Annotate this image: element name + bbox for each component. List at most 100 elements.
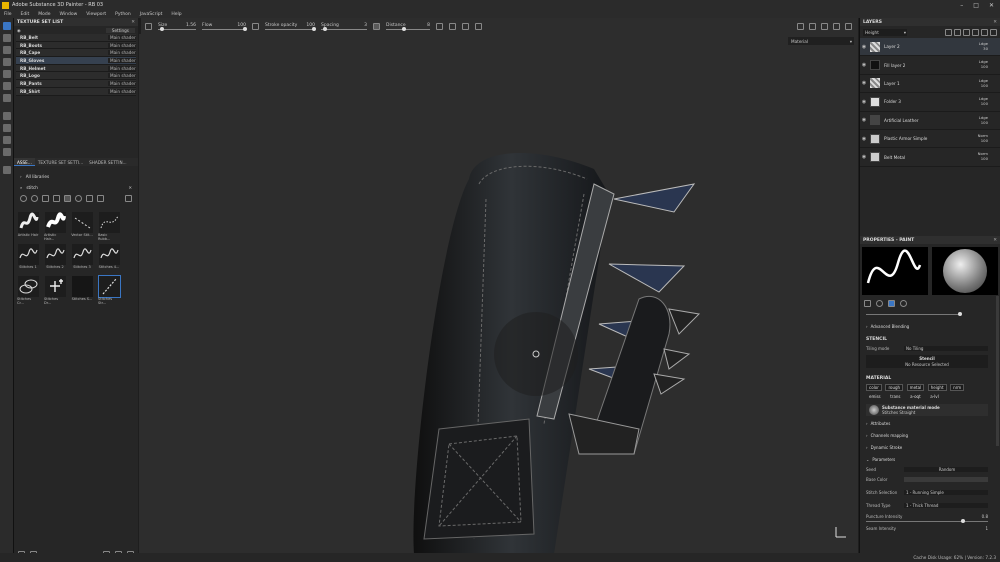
parameters-section[interactable]: Parameters xyxy=(872,457,895,462)
list-item[interactable]: RB_Gloves Main shader xyxy=(16,57,136,65)
seam-intensity-value[interactable]: 1 xyxy=(904,526,988,531)
stencil-icon[interactable] xyxy=(888,300,895,307)
channels-mapping-section[interactable]: Channels mapping xyxy=(871,433,908,438)
channel-select[interactable]: Height ▾ xyxy=(863,28,907,36)
layer-row[interactable]: ◉ Folder 3 Ldge 100 xyxy=(860,93,1000,112)
asset-tile[interactable]: Stitches 4... xyxy=(98,244,120,272)
mirror-y-icon[interactable] xyxy=(462,22,469,30)
add-paint-layer-icon[interactable] xyxy=(963,28,970,36)
flow-slider[interactable]: Flow 100 xyxy=(202,23,247,31)
asset-tile[interactable]: Stitches Dr... xyxy=(44,276,66,305)
layer-row[interactable]: ◉ Fill layer 2 Ldge 100 xyxy=(860,56,1000,75)
settings-button[interactable]: Settings xyxy=(105,27,135,33)
add-effect-icon[interactable] xyxy=(945,28,952,36)
pause-icon[interactable] xyxy=(797,22,804,30)
list-item[interactable]: RB_Shirt Main shader xyxy=(16,87,136,96)
brush-preset-icon[interactable] xyxy=(145,22,152,30)
chevron-down-icon[interactable]: ⌄ xyxy=(866,457,869,462)
list-item[interactable]: RB_Pants Main shader xyxy=(16,80,136,88)
spacing-slider[interactable]: Spacing 3 xyxy=(321,23,367,31)
size-value[interactable]: 1.56 xyxy=(186,23,196,28)
tab-assets[interactable]: ASSE... xyxy=(14,158,35,166)
mirror-x-icon[interactable] xyxy=(449,22,456,30)
distance-slider[interactable]: Distance 8 xyxy=(386,23,430,31)
delete-layer-icon[interactable] xyxy=(990,28,997,36)
stitch-selection-select[interactable]: 1 - Running Simple xyxy=(904,490,988,495)
eye-icon[interactable]: ◉ xyxy=(860,62,868,68)
bake-icon[interactable] xyxy=(3,112,11,120)
alpha-icon[interactable] xyxy=(876,300,883,307)
asset-tile[interactable]: Artistic Hair... xyxy=(44,212,66,241)
asset-tile[interactable]: Stitches 1 xyxy=(17,244,39,272)
opacity-value[interactable]: 30 xyxy=(983,46,988,51)
menu-python[interactable]: Python xyxy=(115,12,131,17)
filter-materials-icon[interactable] xyxy=(31,195,38,202)
layers-icon[interactable] xyxy=(3,124,11,132)
color-picker-icon[interactable] xyxy=(3,94,11,102)
list-item[interactable]: RB_Logo Main shader xyxy=(16,72,136,81)
puncture-intensity-value[interactable]: 0.8 xyxy=(904,514,988,519)
menu-mode[interactable]: Mode xyxy=(38,12,50,17)
asset-tile[interactable]: Stitches 2 xyxy=(44,244,66,272)
seed-button[interactable]: Random xyxy=(904,467,988,472)
view-icon[interactable] xyxy=(809,22,816,30)
eye-icon[interactable]: ◉ xyxy=(860,80,868,86)
distance-value[interactable]: 8 xyxy=(427,23,430,28)
smudge-icon[interactable] xyxy=(3,70,11,78)
brush-icon[interactable] xyxy=(864,300,871,307)
filter-smart-materials-icon[interactable] xyxy=(53,195,60,202)
add-fill-layer-icon[interactable] xyxy=(972,28,979,36)
channel-nrm-toggle[interactable]: nrm xyxy=(950,384,965,391)
clone-icon[interactable] xyxy=(3,82,11,90)
stroke-opacity-slider[interactable]: Stroke opacity 100 xyxy=(265,23,316,31)
eye-icon[interactable]: ◉ xyxy=(17,28,21,33)
channel-rough-toggle[interactable]: rough xyxy=(885,384,904,391)
close-icon[interactable]: ✕ xyxy=(993,20,997,25)
eye-icon[interactable]: ◉ xyxy=(860,154,868,160)
menu-window[interactable]: Window xyxy=(60,12,78,17)
puncture-intensity-slider[interactable] xyxy=(866,519,988,523)
opacity-value[interactable]: 100 xyxy=(981,138,988,143)
grid-view-icon[interactable] xyxy=(125,195,132,202)
asset-tile[interactable]: Basic Rubb... xyxy=(98,212,120,241)
projection-icon[interactable] xyxy=(3,46,11,54)
render-icon[interactable] xyxy=(845,22,852,30)
layer-row[interactable]: ◉ Layer 1 Ldge 100 xyxy=(860,75,1000,94)
channel-height-toggle[interactable]: height xyxy=(927,384,947,391)
asset-tile[interactable]: Stitches S... xyxy=(71,276,93,304)
asset-tile-selected[interactable]: Stitches Str... xyxy=(97,275,121,305)
menu-help[interactable]: Help xyxy=(171,12,181,17)
close-icon[interactable]: ✕ xyxy=(993,238,997,243)
layer-row[interactable]: ◉ Artificial Leather Ldge 100 xyxy=(860,112,1000,130)
maximize-icon[interactable]: □ xyxy=(973,2,979,9)
export-icon[interactable] xyxy=(3,166,11,174)
asset-tile[interactable]: Vector Stit... xyxy=(71,212,93,240)
close-icon[interactable]: ✕ xyxy=(989,2,994,9)
list-item[interactable]: RB_Helmet Main shader xyxy=(16,64,136,73)
layer-row[interactable]: ◉ Plastic Armor Simple Norm 100 xyxy=(860,130,1000,149)
library-selector[interactable]: All libraries xyxy=(26,174,49,179)
layer-row[interactable]: ◉ Belt Metal Norm 100 xyxy=(860,148,1000,167)
material-picker[interactable]: Substance material mode Stitches Straight xyxy=(866,404,988,416)
list-item[interactable]: RB_Boots Main shader xyxy=(16,41,136,50)
clear-search-icon[interactable]: ✕ xyxy=(128,185,132,190)
list-item[interactable]: RB_Cape Main shader xyxy=(16,49,136,58)
menu-file[interactable]: File xyxy=(4,12,12,17)
filter-environments-icon[interactable] xyxy=(86,195,93,202)
paint-brush-icon[interactable] xyxy=(3,22,11,30)
tiling-mode-select[interactable]: No Tiling xyxy=(904,346,988,351)
channel-color-toggle[interactable]: color xyxy=(866,384,882,391)
polygon-fill-icon[interactable] xyxy=(3,58,11,66)
opacity-value[interactable]: 100 xyxy=(981,120,988,125)
opacity-value[interactable]: 100 xyxy=(981,156,988,161)
camera-icon[interactable] xyxy=(821,22,828,30)
opacity-value[interactable]: 100 xyxy=(981,101,988,106)
stencil-slot[interactable]: Stencil No Resource Selected xyxy=(866,355,988,368)
camera-icon[interactable] xyxy=(3,136,11,144)
list-item[interactable]: RB_Belt Main shader xyxy=(16,34,136,42)
chevron-right-icon[interactable]: › xyxy=(866,445,868,450)
add-mask-icon[interactable] xyxy=(954,28,961,36)
asset-tile[interactable]: Stitches 3 xyxy=(71,244,93,272)
asset-tile[interactable]: Artistic Hair xyxy=(17,212,39,240)
search-input[interactable]: stitch xyxy=(26,185,128,190)
